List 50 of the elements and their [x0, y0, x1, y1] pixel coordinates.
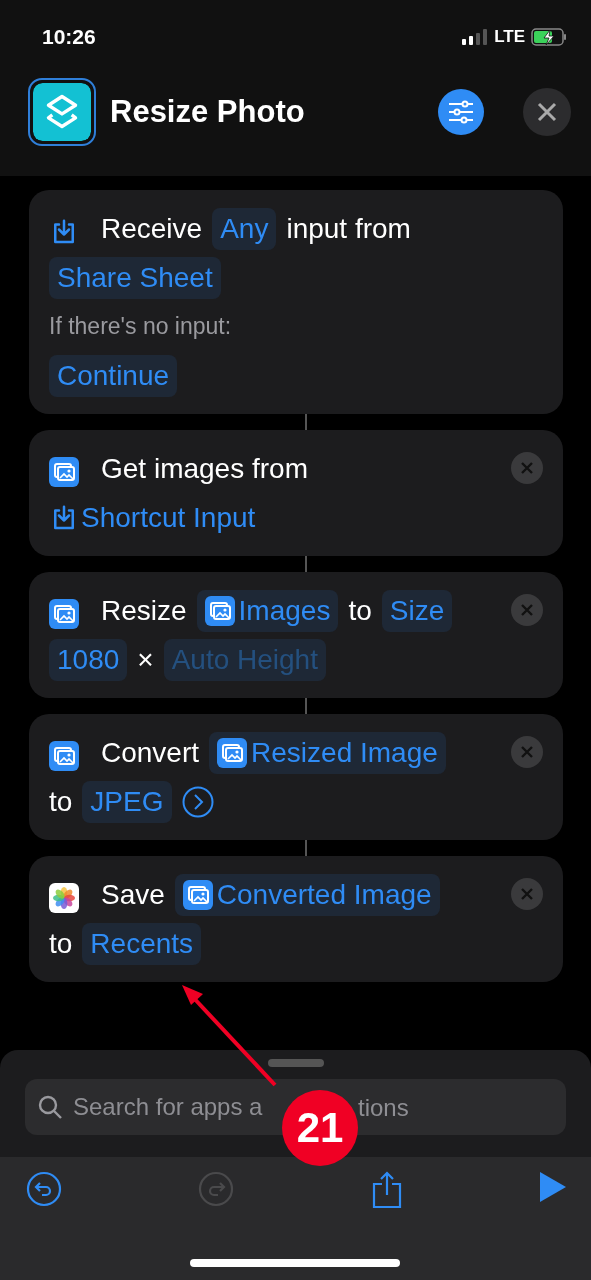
undo-button[interactable] [26, 1171, 62, 1207]
parameter-token[interactable]: Converted Image [174, 873, 440, 916]
close-icon [520, 461, 534, 475]
clock-time: 10:26 [42, 25, 96, 49]
parameter-token[interactable]: Share Sheet [49, 256, 221, 299]
close-button[interactable] [523, 88, 571, 136]
parameter-token[interactable]: 1080 [49, 638, 128, 681]
action-text: Save [101, 878, 165, 911]
close-icon [520, 887, 534, 901]
images-icon [49, 741, 79, 771]
images-icon [49, 599, 79, 629]
close-icon [537, 102, 557, 122]
close-icon [520, 603, 534, 617]
signal-icon [462, 29, 489, 45]
close-icon [520, 745, 534, 759]
photos-icon [49, 883, 79, 913]
share-button[interactable] [370, 1171, 403, 1209]
parameter-token[interactable]: Resized Image [209, 731, 446, 774]
play-button[interactable] [539, 1171, 567, 1203]
action-text: × [137, 643, 154, 676]
chevron-icon[interactable] [181, 785, 214, 818]
note-text: If there's no input: [49, 313, 232, 340]
images-icon [182, 879, 213, 910]
variable-token[interactable]: Shortcut Input [49, 501, 256, 534]
network-label: LTE [494, 27, 525, 47]
action-text: to [348, 594, 372, 627]
search-icon [37, 1094, 63, 1120]
battery-icon [531, 28, 567, 46]
app-icon [28, 78, 96, 146]
images-icon [204, 595, 235, 626]
sheet-handle[interactable] [267, 1059, 324, 1067]
parameter-token[interactable]: Images [196, 589, 339, 632]
action-text: Convert [101, 736, 200, 769]
images-icon [49, 457, 79, 487]
images-icon [217, 737, 248, 768]
settings-button[interactable] [438, 89, 484, 135]
placeholder-text: tions [358, 1094, 409, 1122]
action-text: Get images from [101, 452, 308, 485]
parameter-token[interactable]: Recents [82, 922, 202, 965]
action-text: to [49, 785, 73, 818]
action-text: to [49, 927, 73, 960]
shortcut-title: Resize Photo [110, 94, 306, 130]
parameter-token[interactable]: Continue [49, 354, 178, 397]
parameter-token[interactable]: Size [381, 589, 453, 632]
parameter-token[interactable]: Any [212, 207, 277, 250]
sliders-icon [447, 99, 475, 125]
parameter-token[interactable]: JPEG [82, 780, 172, 823]
action-text: input from [286, 212, 411, 245]
action-text: Receive [101, 212, 203, 245]
action-text: Resize [101, 594, 187, 627]
